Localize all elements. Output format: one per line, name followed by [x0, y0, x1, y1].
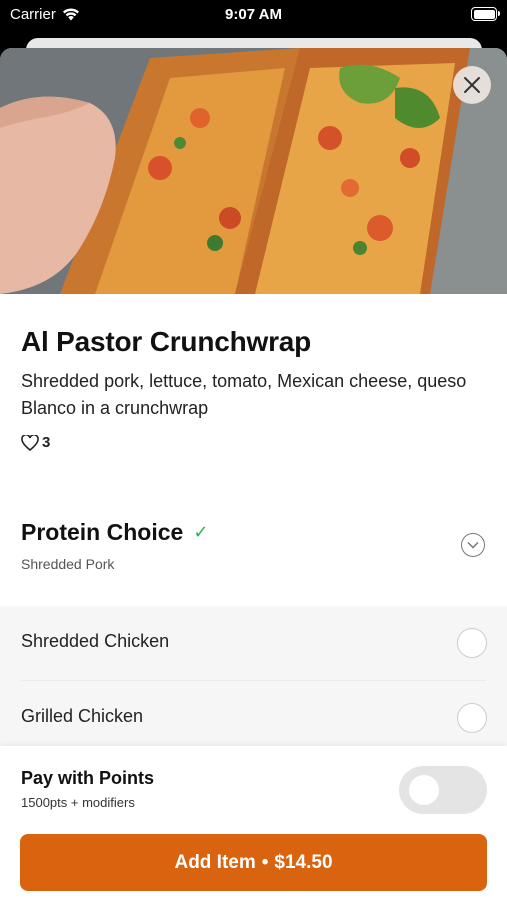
item-title: Al Pastor Crunchwrap: [21, 326, 312, 357]
section-title: Protein Choice: [21, 519, 184, 545]
checkout-footer: Pay with Points 1500pts + modifiers Add …: [0, 746, 507, 900]
radio-button[interactable]: [457, 628, 487, 658]
option-row[interactable]: Grilled Chicken: [0, 681, 507, 755]
likes-counter[interactable]: 3: [21, 434, 50, 451]
option-label: Grilled Chicken: [21, 706, 144, 726]
add-item-label: Add Item: [174, 851, 256, 873]
add-item-price: $14.50: [274, 851, 333, 873]
status-bar: Carrier 9:07 AM: [0, 0, 507, 30]
selected-option-summary: Shredded Pork: [21, 556, 115, 572]
battery-icon: [471, 7, 500, 21]
add-item-separator: •: [261, 851, 269, 873]
likes-count: 3: [42, 434, 51, 451]
pay-with-points-title: Pay with Points: [21, 768, 155, 788]
close-button[interactable]: [453, 66, 491, 104]
heart-icon: [21, 434, 39, 451]
add-item-button[interactable]: Add Item • $14.50: [20, 834, 487, 891]
pay-with-points-toggle[interactable]: [399, 766, 487, 814]
protein-options-list: Shredded Chicken Grilled Chicken: [0, 606, 507, 756]
item-detail-sheet: Al Pastor Crunchwrap Shredded pork, lett…: [0, 48, 507, 900]
chevron-down-icon[interactable]: [461, 533, 485, 557]
item-photo: [0, 48, 507, 294]
radio-button[interactable]: [457, 703, 487, 733]
close-icon: [464, 77, 480, 93]
option-label: Shredded Chicken: [21, 631, 170, 651]
item-description: Shredded pork, lettuce, tomato, Mexican …: [21, 371, 467, 418]
checkmark-icon: ✓: [193, 522, 209, 542]
pay-with-points-subtitle: 1500pts + modifiers: [21, 795, 135, 810]
protein-choice-header[interactable]: Protein Choice ✓ Shredded Pork: [0, 506, 507, 606]
option-row[interactable]: Shredded Chicken: [0, 606, 507, 680]
section-title-row: Protein Choice ✓: [21, 519, 208, 546]
clock: 9:07 AM: [225, 6, 282, 23]
